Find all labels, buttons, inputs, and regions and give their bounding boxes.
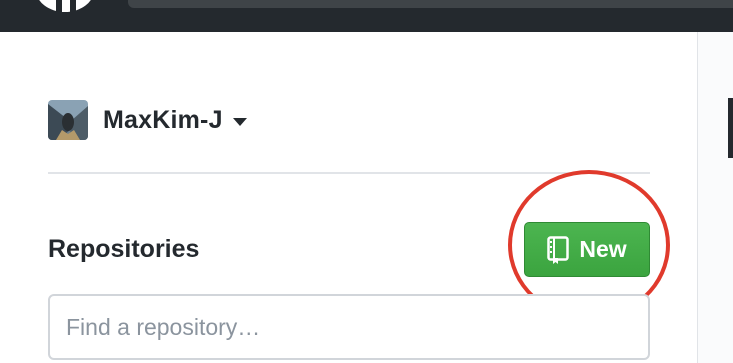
- account-switcher[interactable]: MaxKim-J: [48, 100, 247, 140]
- new-repository-button[interactable]: New: [524, 222, 650, 277]
- find-repository-input[interactable]: [48, 294, 650, 360]
- github-logo-icon[interactable]: [34, 0, 96, 12]
- new-button-label: New: [579, 236, 627, 262]
- right-panel: [698, 32, 733, 363]
- repositories-heading: Repositories: [48, 235, 200, 263]
- caret-down-icon: [232, 118, 247, 126]
- top-header: [0, 0, 733, 32]
- page: MaxKim-J Repositories New: [0, 0, 733, 363]
- account-username: MaxKim-J: [103, 105, 223, 134]
- divider: [48, 172, 650, 174]
- header-search-bar[interactable]: [128, 0, 733, 8]
- repo-icon: [547, 235, 570, 264]
- avatar: [48, 100, 88, 140]
- right-panel-edge: [728, 98, 733, 158]
